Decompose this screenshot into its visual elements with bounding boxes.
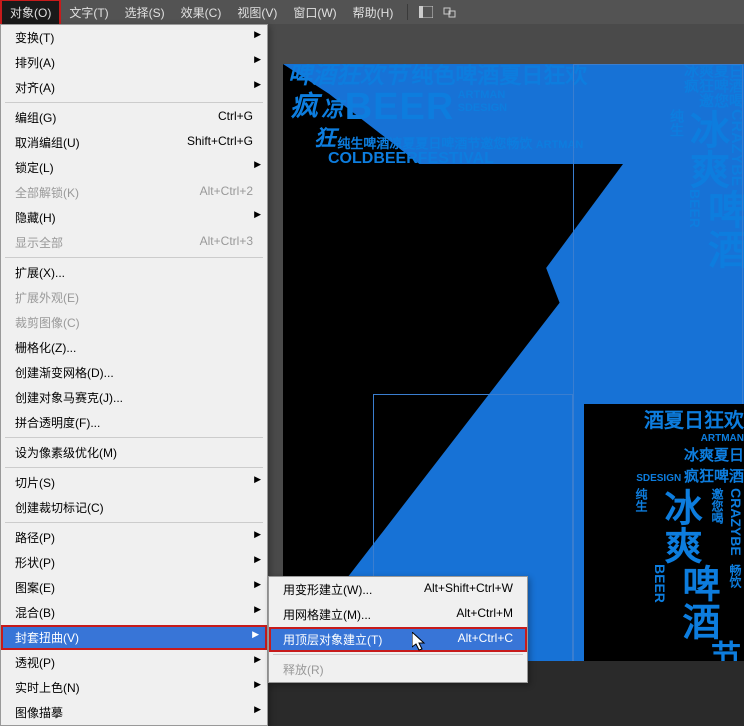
menu-arrange[interactable]: 排列(A): [1, 50, 267, 75]
separator: [5, 522, 263, 523]
layout-icon[interactable]: [416, 3, 436, 21]
shortcut: Alt+Ctrl+C: [458, 631, 513, 648]
shortcut: Alt+Ctrl+2: [200, 184, 253, 201]
menu-select[interactable]: 选择(S): [117, 1, 173, 24]
menu-pixel-perfect[interactable]: 设为像素级优化(M): [1, 440, 267, 465]
canvas-area[interactable]: 啤酒狂欢节 纯色啤酒夏日狂欢 疯 凉 BEER ARTMAN SDESIGN 狂…: [268, 24, 744, 661]
lower-side-typography: 酒夏日狂欢 ARTMAN 冰爽夏日 SDESIGN 疯狂啤酒 纯生 冰爽 邀您喝…: [584, 404, 744, 661]
separator: [273, 654, 523, 655]
menu-align[interactable]: 对齐(A): [1, 75, 267, 100]
menu-gradient-mesh[interactable]: 创建渐变网格(D)...: [1, 360, 267, 385]
arrange-icon[interactable]: [440, 3, 460, 21]
menu-group[interactable]: 编组(G)Ctrl+G: [1, 105, 267, 130]
menu-live-paint[interactable]: 实时上色(N): [1, 675, 267, 700]
menu-lock[interactable]: 锁定(L): [1, 155, 267, 180]
menu-slice[interactable]: 切片(S): [1, 470, 267, 495]
menu-text[interactable]: 文字(T): [61, 1, 116, 24]
separator: [5, 102, 263, 103]
menu-rasterize[interactable]: 栅格化(Z)...: [1, 335, 267, 360]
menu-expand-appearance: 扩展外观(E): [1, 285, 267, 310]
cursor-icon: [412, 632, 428, 655]
menubar: 对象(O) 文字(T) 选择(S) 效果(C) 视图(V) 窗口(W) 帮助(H…: [0, 0, 744, 24]
separator: [5, 257, 263, 258]
black-triangle-shape: [283, 164, 623, 624]
shortcut: Alt+Ctrl+M: [456, 606, 513, 623]
shortcut: Alt+Ctrl+3: [200, 234, 253, 251]
menu-hide[interactable]: 隐藏(H): [1, 205, 267, 230]
submenu-make-top-object[interactable]: 用顶层对象建立(T)Alt+Ctrl+C: [269, 627, 527, 652]
side-typography: 冰爽夏日 疯狂啤酒 邀您喝 纯生 冰爽 CRAZYBE BEER 啤酒: [584, 64, 744, 269]
menu-path[interactable]: 路径(P): [1, 525, 267, 550]
menu-show-all: 显示全部Alt+Ctrl+3: [1, 230, 267, 255]
shortcut: Shift+Ctrl+G: [187, 134, 253, 151]
menu-expand[interactable]: 扩展(X)...: [1, 260, 267, 285]
menu-transform[interactable]: 变换(T): [1, 25, 267, 50]
shortcut: Ctrl+G: [218, 109, 253, 126]
menu-envelope-distort[interactable]: 封套扭曲(V): [1, 625, 267, 650]
menu-image-trace[interactable]: 图像描摹: [1, 700, 267, 725]
menu-window[interactable]: 窗口(W): [285, 1, 344, 24]
separator: [5, 467, 263, 468]
menu-crop-marks[interactable]: 创建裁切标记(C): [1, 495, 267, 520]
menu-crop-image: 裁剪图像(C): [1, 310, 267, 335]
menu-unlock-all: 全部解锁(K)Alt+Ctrl+2: [1, 180, 267, 205]
menu-pattern[interactable]: 图案(E): [1, 575, 267, 600]
artboard: 啤酒狂欢节 纯色啤酒夏日狂欢 疯 凉 BEER ARTMAN SDESIGN 狂…: [283, 64, 744, 661]
menu-shape[interactable]: 形状(P): [1, 550, 267, 575]
menu-help[interactable]: 帮助(H): [345, 1, 402, 24]
object-menu-dropdown: 变换(T) 排列(A) 对齐(A) 编组(G)Ctrl+G 取消编组(U)Shi…: [0, 24, 268, 726]
menu-object-mosaic[interactable]: 创建对象马赛克(J)...: [1, 385, 267, 410]
submenu-make-warp[interactable]: 用变形建立(W)...Alt+Shift+Ctrl+W: [269, 577, 527, 602]
menubar-divider: [407, 4, 408, 20]
submenu-make-mesh[interactable]: 用网格建立(M)...Alt+Ctrl+M: [269, 602, 527, 627]
shortcut: Alt+Shift+Ctrl+W: [424, 581, 513, 598]
menu-flatten[interactable]: 拼合透明度(F)...: [1, 410, 267, 435]
menu-blend[interactable]: 混合(B): [1, 600, 267, 625]
menu-object[interactable]: 对象(O): [0, 0, 61, 26]
separator: [5, 437, 263, 438]
menu-effect[interactable]: 效果(C): [173, 1, 230, 24]
menu-ungroup[interactable]: 取消编组(U)Shift+Ctrl+G: [1, 130, 267, 155]
menu-perspective[interactable]: 透视(P): [1, 650, 267, 675]
menu-view[interactable]: 视图(V): [229, 1, 285, 24]
envelope-submenu: 用变形建立(W)...Alt+Shift+Ctrl+W 用网格建立(M)...A…: [268, 576, 528, 683]
